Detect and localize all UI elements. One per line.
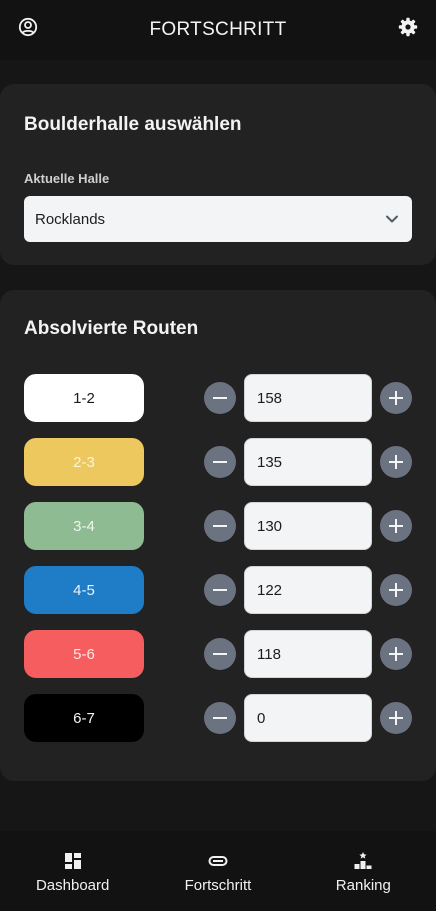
- user-circle-icon[interactable]: [17, 16, 39, 38]
- decrement-button[interactable]: [204, 638, 236, 670]
- route-row: 6-7: [0, 694, 436, 742]
- hall-select[interactable]: Rocklands: [24, 196, 412, 242]
- minus-icon: [213, 397, 227, 399]
- decrement-button[interactable]: [204, 382, 236, 414]
- increment-button[interactable]: [380, 702, 412, 734]
- route-count-input[interactable]: [244, 566, 372, 614]
- increment-button[interactable]: [380, 446, 412, 478]
- nav-label: Ranking: [335, 877, 391, 894]
- minus-icon: [213, 461, 227, 463]
- hall-heading: Boulderhalle auswählen: [24, 114, 242, 135]
- route-row: 2-3: [0, 438, 436, 486]
- plus-icon: [389, 455, 403, 469]
- chevron-down-icon: [386, 215, 398, 223]
- decrement-button[interactable]: [204, 702, 236, 734]
- hall-select-value: Rocklands: [35, 210, 106, 228]
- route-count-input[interactable]: [244, 438, 372, 486]
- grade-badge: 6-7: [24, 694, 144, 742]
- completed-routes-card: Absolvierte Routen 1-2 2-3 3-4 4-5: [0, 290, 436, 781]
- minus-icon: [213, 589, 227, 591]
- minus-icon: [213, 525, 227, 527]
- grade-badge: 4-5: [24, 566, 144, 614]
- dashboard-icon: [64, 853, 81, 869]
- progress-icon: [208, 856, 228, 866]
- grade-badge: 5-6: [24, 630, 144, 678]
- bottom-navigation: Dashboard Fortschritt Ranking: [0, 831, 436, 911]
- nav-item-ranking[interactable]: Ranking: [291, 831, 436, 911]
- increment-button[interactable]: [380, 574, 412, 606]
- top-app-bar: FORTSCHRITT: [0, 0, 436, 60]
- decrement-button[interactable]: [204, 574, 236, 606]
- increment-button[interactable]: [380, 510, 412, 542]
- decrement-button[interactable]: [204, 510, 236, 542]
- nav-item-progress[interactable]: Fortschritt: [145, 831, 290, 911]
- plus-icon: [389, 583, 403, 597]
- ranking-podium-icon: [354, 852, 372, 869]
- nav-label: Dashboard: [35, 877, 110, 894]
- grade-badge: 3-4: [24, 502, 144, 550]
- grade-badge: 2-3: [24, 438, 144, 486]
- grade-badge: 1-2: [24, 374, 144, 422]
- route-count-input[interactable]: [244, 630, 372, 678]
- nav-label: Fortschritt: [184, 877, 252, 894]
- nav-item-dashboard[interactable]: Dashboard: [0, 831, 145, 911]
- increment-button[interactable]: [380, 638, 412, 670]
- gear-icon[interactable]: [397, 16, 419, 38]
- route-row: 3-4: [0, 502, 436, 550]
- hall-selection-card: Boulderhalle auswählen Aktuelle Halle Ro…: [0, 84, 436, 265]
- routes-heading: Absolvierte Routen: [24, 318, 199, 339]
- plus-icon: [389, 711, 403, 725]
- minus-icon: [213, 717, 227, 719]
- route-row: 5-6: [0, 630, 436, 678]
- plus-icon: [389, 391, 403, 405]
- current-hall-label: Aktuelle Halle: [24, 171, 110, 186]
- route-count-input[interactable]: [244, 694, 372, 742]
- minus-icon: [213, 653, 227, 655]
- route-count-input[interactable]: [244, 502, 372, 550]
- route-count-input[interactable]: [244, 374, 372, 422]
- page-title: FORTSCHRITT: [149, 19, 287, 40]
- increment-button[interactable]: [380, 382, 412, 414]
- route-row: 4-5: [0, 566, 436, 614]
- route-row: 1-2: [0, 374, 436, 422]
- plus-icon: [389, 647, 403, 661]
- plus-icon: [389, 519, 403, 533]
- decrement-button[interactable]: [204, 446, 236, 478]
